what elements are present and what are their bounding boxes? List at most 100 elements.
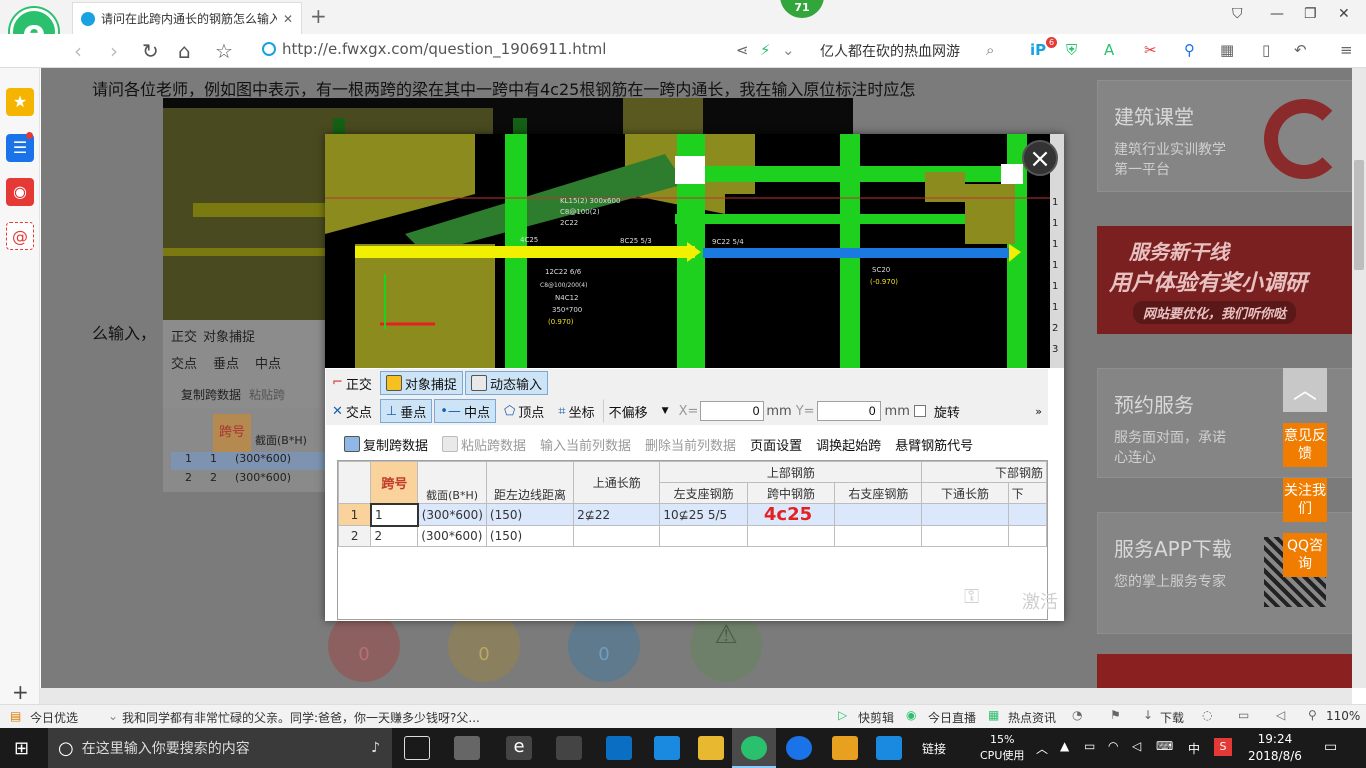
card-jianzhu[interactable]: 建筑课堂 建筑行业实训教学第一平台	[1097, 80, 1353, 192]
window-icon[interactable]: ▭	[1238, 708, 1249, 722]
active-browser-task[interactable]	[732, 728, 776, 768]
table-row[interactable]: 1 1 (300*600) (150) 2⊈22 10⊈25 5/5 4c25	[338, 502, 1047, 527]
right-seat-cell[interactable]	[834, 525, 923, 547]
action-center-icon[interactable]: ▭	[1324, 739, 1337, 755]
section-cell[interactable]: (300*600)	[417, 525, 487, 547]
favorite-star-icon[interactable]: ☆	[215, 39, 233, 63]
viewer-close-button[interactable]: ×	[1022, 140, 1058, 176]
mic-icon[interactable]: ♪	[371, 740, 380, 756]
row-number[interactable]: 1	[338, 503, 372, 526]
delete-column-button[interactable]: 删除当前列数据	[639, 432, 742, 456]
ime-indicator[interactable]: 中	[1188, 740, 1200, 757]
rebar-table[interactable]: 跨号 截面(B*H) 距左边线距离 上通长筋 上部钢筋 下部钢筋 左支座钢筋 跨…	[337, 460, 1048, 620]
phone-icon[interactable]: ▯	[1262, 41, 1270, 59]
live-link[interactable]: 今日直播	[928, 709, 976, 726]
speed-icon[interactable]: ⚡	[760, 41, 771, 59]
swirl-app-icon[interactable]	[556, 736, 582, 760]
table-row[interactable]: 2 2 (300*600) (150)	[338, 525, 1047, 547]
fan-app-icon[interactable]	[454, 736, 480, 760]
left-seat-cell[interactable]	[659, 525, 748, 547]
section-cell[interactable]: (300*600)	[417, 503, 487, 526]
new-tab-button[interactable]: +	[310, 4, 327, 28]
left-seat-cell[interactable]: 10⊈25 5/5	[659, 503, 748, 526]
dist-cell[interactable]: (150)	[485, 525, 575, 547]
row-number[interactable]: 2	[338, 525, 372, 547]
feedback-button[interactable]: 意见反馈	[1283, 423, 1327, 467]
tray-bell-icon[interactable]: ▲	[1060, 739, 1069, 753]
copy-span-button[interactable]: 复制跨数据	[338, 432, 434, 456]
swap-start-button[interactable]: 调换起始跨	[810, 432, 887, 456]
taskbar-search-field[interactable]: ○ 在这里输入你要搜索的内容 ♪	[48, 728, 392, 768]
restore-button[interactable]: ❐	[1304, 6, 1317, 22]
back-to-top-button[interactable]: ︿	[1283, 368, 1327, 412]
wifi-icon[interactable]: ◠	[1108, 739, 1118, 753]
top-through-header[interactable]: 上通长筋	[573, 461, 661, 504]
mail-at-icon[interactable]: @	[6, 222, 34, 250]
chevron-down-icon[interactable]: ⌄	[108, 709, 118, 723]
windows-start-icon[interactable]: ⊞	[14, 738, 29, 759]
dist-cell[interactable]: (150)	[485, 503, 575, 526]
task-view-icon[interactable]	[404, 736, 430, 760]
sound-icon[interactable]: ◁	[1276, 708, 1285, 722]
tray-chevron-icon[interactable]: ︿	[1036, 740, 1048, 757]
close-window-button[interactable]: ✕	[1338, 6, 1350, 22]
edge-icon[interactable]	[606, 736, 632, 760]
dist-header[interactable]: 距左边线距离	[485, 461, 575, 504]
offset-select[interactable]: 不偏移 ▼	[602, 399, 675, 423]
right-seat-header[interactable]: 右支座钢筋	[834, 482, 923, 504]
sidebar-add-icon[interactable]: +	[12, 680, 29, 704]
object-snap-button[interactable]: 对象捕捉	[379, 371, 463, 395]
right-seat-cell[interactable]	[834, 503, 923, 526]
keyboard-icon[interactable]: ⌨	[1156, 739, 1173, 753]
favorites-star-icon[interactable]: ★	[6, 88, 34, 116]
volume-icon[interactable]: ◁	[1132, 739, 1141, 753]
qq-consult-button[interactable]: QQ咨询	[1283, 533, 1327, 577]
x-input[interactable]	[700, 401, 765, 421]
url-field[interactable]: http://e.fwxgx.com/question_1906911.html	[262, 40, 606, 58]
mid-span-cell[interactable]	[746, 525, 836, 547]
bottom-through-header[interactable]: 下通长筋	[921, 482, 1009, 504]
clean-icon[interactable]: ◌	[1202, 708, 1212, 722]
sogou-s-icon[interactable]: S	[1214, 738, 1232, 756]
span-cell[interactable]: 1	[369, 502, 419, 527]
news-ticker[interactable]: 我和同学都有非常忙碌的父亲。同学:爸爸，你一天赚多少钱呀?父...	[122, 709, 480, 726]
g-app-icon[interactable]	[786, 736, 812, 760]
notes-app-icon[interactable]	[832, 736, 858, 760]
page-setup-button[interactable]: 页面设置	[744, 432, 808, 456]
shield-yen-icon[interactable]: ⛨	[1066, 41, 1077, 59]
ortho-button[interactable]: ⌐ 正交	[326, 371, 378, 395]
input-column-button[interactable]: 输入当前列数据	[534, 432, 637, 456]
browser-tab[interactable]: 请问在此跨内通长的钢筋怎么输入 ✕	[72, 2, 302, 34]
mid-span-header[interactable]: 跨中钢筋	[746, 482, 836, 504]
download-link[interactable]: 下载	[1160, 709, 1184, 726]
left-seat-header[interactable]: 左支座钢筋	[659, 482, 748, 504]
search-input[interactable]: 亿人都在砍的热血网游	[820, 41, 960, 61]
tab-close-icon[interactable]: ✕	[283, 12, 293, 26]
perpendicular-button[interactable]: ⊥ 垂点	[379, 399, 433, 423]
clock[interactable]: 19:24 2018/8/6	[1248, 731, 1302, 765]
hot-news-link[interactable]: 热点资讯	[1008, 709, 1056, 726]
survey-banner[interactable]: 服务新干线 用户体验有奖小调研 网站要优化，我们听你哒	[1097, 226, 1353, 334]
section-header[interactable]: 截面(B*H)	[417, 461, 487, 504]
span-cell[interactable]: 2	[370, 525, 419, 547]
coordinate-button[interactable]: ⌗ 坐标	[552, 399, 600, 423]
page-scrollbar-thumb[interactable]	[1354, 160, 1364, 270]
share-icon[interactable]: ⋖	[736, 41, 749, 59]
cantilever-button[interactable]: 悬臂钢筋代号	[889, 432, 979, 456]
link-label[interactable]: 链接	[922, 740, 946, 757]
search-icon[interactable]: ⌕	[986, 41, 994, 59]
plus-app-icon[interactable]	[876, 736, 902, 760]
browser-e-icon[interactable]: e	[506, 736, 532, 760]
zoom-level[interactable]: 110%	[1326, 709, 1360, 723]
undo-icon[interactable]: ↶	[1294, 41, 1307, 59]
app-icon[interactable]: iP	[1030, 41, 1046, 59]
mid-span-cell[interactable]: 4c25	[746, 503, 836, 526]
y-input[interactable]	[816, 401, 881, 421]
top-through-cell[interactable]: 2⊈22	[573, 503, 661, 526]
refresh-button[interactable]: ↻	[142, 39, 159, 63]
more-chevron-icon[interactable]: »	[1035, 405, 1042, 418]
rotate-checkbox[interactable]	[913, 405, 926, 417]
midpoint-button[interactable]: •— 中点	[434, 399, 496, 423]
follow-us-button[interactable]: 关注我们	[1283, 478, 1327, 522]
bottom-through-cell[interactable]	[921, 503, 1009, 526]
